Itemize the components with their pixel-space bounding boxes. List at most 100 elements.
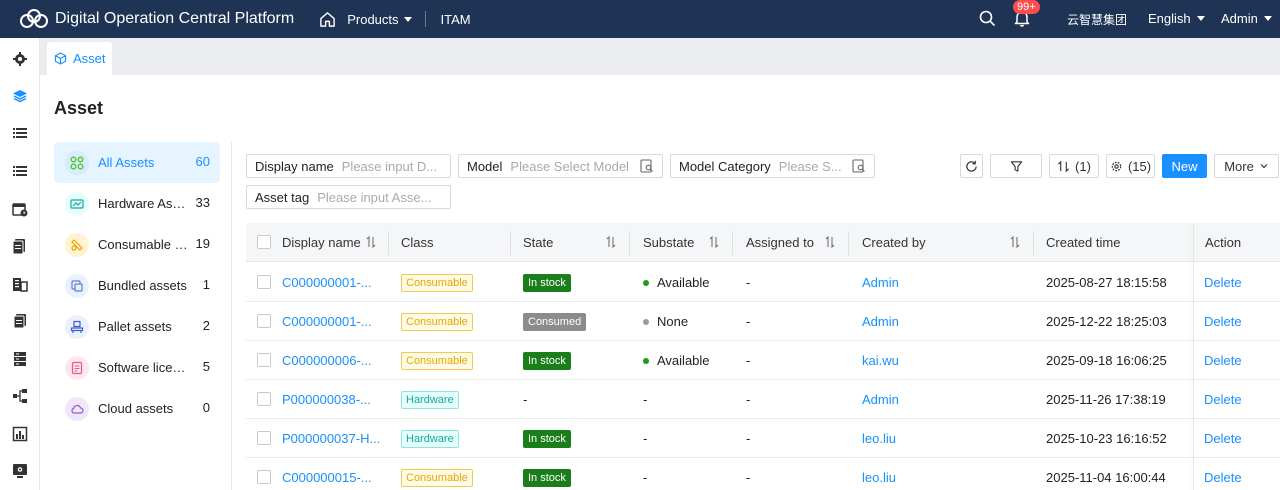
created-by-link[interactable]: Admin: [862, 275, 899, 290]
col-state[interactable]: State: [523, 235, 553, 250]
sort-button[interactable]: (1): [1049, 154, 1099, 178]
assigned-to-value: -: [746, 392, 751, 407]
gear-icon[interactable]: [12, 51, 28, 67]
layers-icon[interactable]: [12, 88, 28, 104]
category-label: Pallet assets: [98, 319, 172, 334]
category-count: 33: [195, 195, 210, 210]
table-row[interactable]: P000000037-H... Hardware In stock - - leo.liu…: [246, 419, 1280, 458]
platform-logo[interactable]: Digital Operation Central Platform: [19, 8, 294, 30]
class-tag: Consumable: [401, 352, 473, 370]
sort-icon[interactable]: [606, 236, 616, 248]
category-label: Hardware Asset: [98, 196, 188, 211]
model-select[interactable]: Please Select Model: [510, 159, 640, 174]
display-name-filter[interactable]: Display name Please input D...: [246, 154, 451, 178]
category-pallet-assets[interactable]: Pallet assets 2: [54, 306, 220, 347]
monitor-icon[interactable]: [12, 463, 28, 479]
created-by-link[interactable]: leo.liu: [862, 431, 896, 446]
nav-itam[interactable]: ITAM: [441, 12, 471, 27]
category-hardware-asset[interactable]: Hardware Asset 33: [54, 183, 220, 224]
asset-tag-input[interactable]: Please input Asse...: [317, 190, 450, 205]
row-checkbox[interactable]: [257, 470, 271, 484]
products-menu[interactable]: Products: [347, 12, 412, 27]
table-row[interactable]: C000000001-... Consumable In stock Availabl…: [246, 263, 1280, 302]
category-all-assets[interactable]: All Assets 60: [54, 142, 220, 183]
building-icon[interactable]: [12, 276, 28, 292]
tab-asset[interactable]: Asset: [47, 42, 112, 75]
row-checkbox[interactable]: [257, 431, 271, 445]
sort-icon[interactable]: [1010, 236, 1020, 248]
chevron-down-icon: [1260, 164, 1268, 169]
created-by-link[interactable]: Admin: [862, 314, 899, 329]
language-selector[interactable]: English: [1148, 11, 1205, 26]
display-name-input[interactable]: Please input D...: [342, 159, 450, 174]
created-by-link[interactable]: leo.liu: [862, 470, 896, 485]
asset-name-link[interactable]: C000000015-...: [282, 470, 372, 485]
category-software-licenses[interactable]: Software licenses 5: [54, 347, 220, 388]
calendar-clock-icon[interactable]: [12, 201, 28, 217]
col-assigned-to[interactable]: Assigned to: [746, 235, 814, 250]
col-substate[interactable]: Substate: [643, 235, 694, 250]
category-count: 60: [195, 154, 210, 169]
row-checkbox[interactable]: [257, 275, 271, 289]
sort-icon[interactable]: [709, 236, 719, 248]
delete-link[interactable]: Delete: [1204, 431, 1242, 446]
delete-link[interactable]: Delete: [1204, 392, 1242, 407]
model-category-filter[interactable]: Model Category Please S...: [670, 154, 875, 178]
model-filter[interactable]: Model Please Select Model: [458, 154, 663, 178]
delete-link[interactable]: Delete: [1204, 314, 1242, 329]
document-icon[interactable]: [12, 238, 28, 254]
filter-button[interactable]: [990, 154, 1042, 178]
asset-name-link[interactable]: P000000037-H...: [282, 431, 380, 446]
select-search-icon[interactable]: [640, 159, 654, 173]
home-icon[interactable]: [319, 10, 337, 28]
topology-icon[interactable]: [12, 388, 28, 404]
list-icon[interactable]: [12, 125, 28, 141]
delete-link[interactable]: Delete: [1204, 275, 1242, 290]
row-checkbox[interactable]: [257, 314, 271, 328]
tab-bar: Asset: [40, 38, 1280, 75]
server-icon[interactable]: [12, 351, 28, 367]
created-by-link[interactable]: Admin: [862, 392, 899, 407]
state-badge: In stock: [523, 352, 571, 370]
search-icon[interactable]: [979, 10, 996, 27]
sort-icon[interactable]: [366, 236, 376, 248]
col-created-by[interactable]: Created by: [862, 235, 926, 250]
org-name[interactable]: 云智慧集团: [1067, 11, 1127, 28]
more-button[interactable]: More: [1214, 154, 1279, 178]
model-category-select[interactable]: Please S...: [779, 159, 852, 174]
asset-name-link[interactable]: P000000038-...: [282, 392, 371, 407]
created-by-link[interactable]: kai.wu: [862, 353, 899, 368]
category-consumable-assets[interactable]: Consumable assets 19: [54, 224, 220, 265]
column-settings-button[interactable]: (15): [1106, 154, 1155, 178]
select-all-checkbox[interactable]: [257, 235, 271, 249]
refresh-button[interactable]: [960, 154, 983, 178]
delete-link[interactable]: Delete: [1204, 470, 1242, 485]
category-count: 5: [202, 359, 210, 374]
new-button[interactable]: New: [1162, 154, 1207, 178]
category-cloud-assets[interactable]: Cloud assets 0: [54, 388, 220, 429]
table-row[interactable]: C000000001-... Consumable Consumed None - Adm…: [246, 302, 1280, 341]
user-menu[interactable]: Admin: [1221, 11, 1272, 26]
report-icon[interactable]: [12, 426, 28, 442]
asset-name-link[interactable]: C000000001-...: [282, 314, 372, 329]
files-icon[interactable]: [12, 313, 28, 329]
asset-tag-filter[interactable]: Asset tag Please input Asse...: [246, 185, 451, 209]
table-row[interactable]: P000000038-... Hardware - - - Admin 2025-11-26…: [246, 380, 1280, 419]
filter-label: Asset tag: [255, 189, 310, 205]
status-dot: [643, 280, 649, 286]
delete-link[interactable]: Delete: [1204, 353, 1242, 368]
row-checkbox[interactable]: [257, 392, 271, 406]
col-display-name[interactable]: Display name: [282, 235, 361, 250]
col-created-time[interactable]: Created time: [1046, 235, 1120, 250]
table-row[interactable]: C000000006-... Consumable In stock Availabl…: [246, 341, 1280, 380]
logo-icon: [20, 9, 48, 28]
asset-name-link[interactable]: C000000001-...: [282, 275, 372, 290]
category-bundled-assets[interactable]: Bundled assets 1: [54, 265, 220, 306]
table-row[interactable]: C000000015-... Consumable In stock - - leo.li…: [246, 458, 1280, 490]
created-time-value: 2025-12-22 18:25:03: [1046, 314, 1167, 329]
sort-icon[interactable]: [825, 236, 835, 248]
row-checkbox[interactable]: [257, 353, 271, 367]
asset-name-link[interactable]: C000000006-...: [282, 353, 372, 368]
select-search-icon[interactable]: [852, 159, 866, 173]
list-detail-icon[interactable]: [12, 163, 28, 179]
